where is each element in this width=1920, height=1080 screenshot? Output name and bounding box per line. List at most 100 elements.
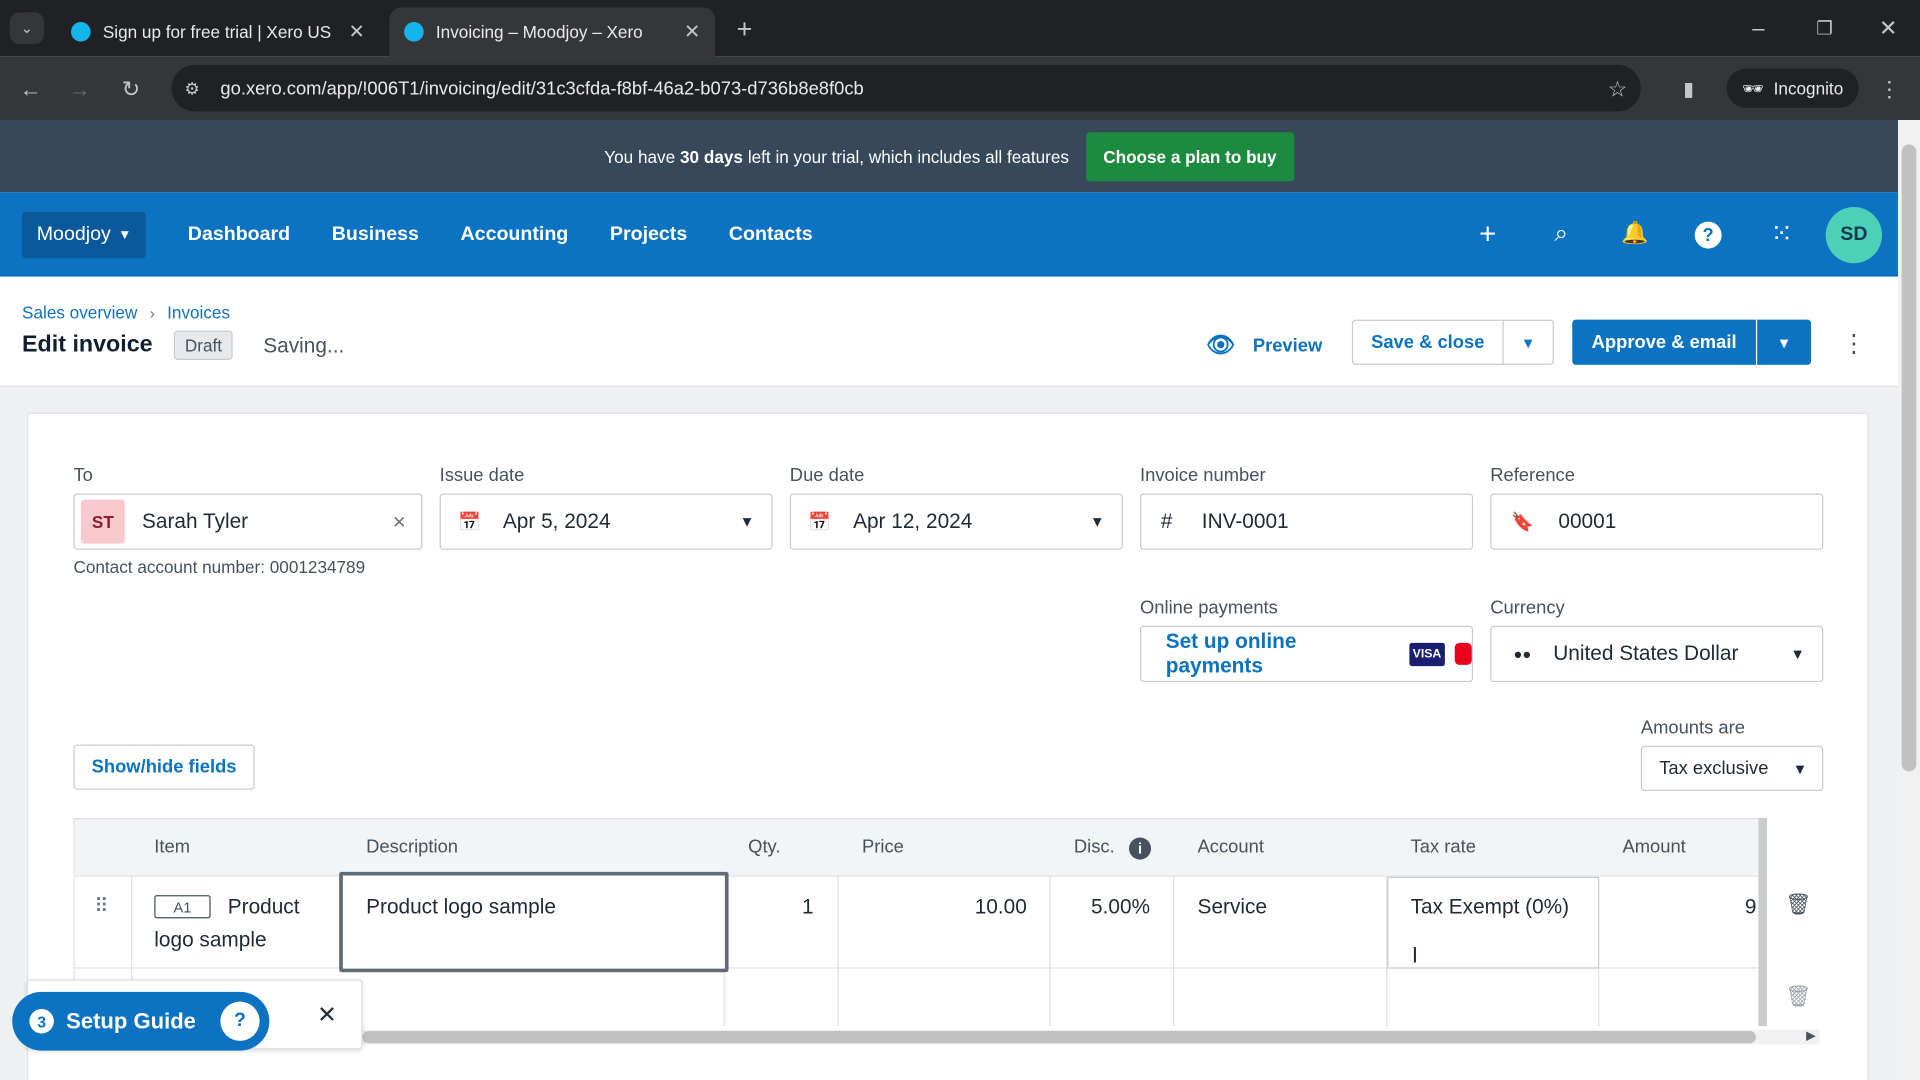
restore-icon[interactable]: ❐ <box>1807 12 1841 44</box>
browser-tab[interactable]: Sign up for free trial | Xero US ✕ <box>56 7 379 56</box>
forward-icon[interactable]: → <box>64 73 96 105</box>
approve-options-chevron-icon[interactable]: ▼ <box>1757 319 1812 365</box>
scroll-right-icon[interactable]: ▶ <box>1806 1030 1815 1043</box>
clear-contact-icon[interactable]: ✕ <box>392 511 406 532</box>
browser-menu-icon[interactable]: ⋮ <box>1876 73 1903 105</box>
notification-bell-icon[interactable]: 🔔 <box>1616 220 1653 246</box>
tax-rate-value: Tax Exempt (0%) <box>1410 895 1570 919</box>
back-icon[interactable]: ← <box>15 73 47 105</box>
save-options-chevron-icon[interactable]: ▼ <box>1502 319 1554 365</box>
breadcrumb-invoices[interactable]: Invoices <box>167 302 230 322</box>
preview-label: Preview <box>1252 334 1323 356</box>
approve-email-button[interactable]: Approve & email <box>1572 319 1756 365</box>
issue-date-field[interactable]: 📅 Apr 5, 2024 ▼ <box>439 493 773 550</box>
scrollbar-thumb[interactable] <box>1901 144 1917 772</box>
setup-online-payments-link[interactable]: Set up online payments <box>1166 629 1395 678</box>
contact-field[interactable]: ST Sarah Tyler ✕ <box>73 493 423 550</box>
item-name-line1[interactable]: Product <box>228 895 300 919</box>
contact-name: Sarah Tyler <box>142 509 249 533</box>
due-date-value: Apr 12, 2024 <box>853 509 973 533</box>
setup-guide-label: Setup Guide <box>66 1008 196 1033</box>
choose-plan-button[interactable]: Choose a plan to buy <box>1086 131 1294 181</box>
search-icon[interactable]: ⌕ <box>1543 220 1580 248</box>
invoice-number-field[interactable]: # INV-0001 <box>1140 493 1474 550</box>
online-payments-label: Online payments <box>1140 597 1278 619</box>
setup-guide-help-icon: ? <box>220 1001 260 1041</box>
close-tab-icon[interactable]: ✕ <box>348 20 364 44</box>
url-text: go.xero.com/app/!006T1/invoicing/edit/31… <box>220 77 864 99</box>
column-account: Account <box>1197 836 1264 858</box>
org-name: Moodjoy <box>36 223 111 245</box>
delete-row-icon[interactable]: 🗑 <box>1785 893 1811 917</box>
table-sticky-shadow <box>1758 817 1767 1027</box>
breadcrumb: Sales overview › Invoices <box>22 302 230 322</box>
info-icon[interactable]: i <box>1128 837 1152 860</box>
save-close-button[interactable]: Save & close <box>1351 319 1504 365</box>
saving-status: Saving... <box>263 334 345 358</box>
item-name-line2[interactable]: logo sample <box>154 928 266 952</box>
delete-row-icon[interactable]: 🗑 <box>1785 984 1811 1008</box>
column-divider <box>1049 876 1051 1027</box>
reload-icon[interactable]: ↻ <box>115 73 147 105</box>
amounts-are-select[interactable]: Tax exclusive ▼ <box>1640 745 1824 792</box>
nav-dashboard[interactable]: Dashboard <box>188 223 290 245</box>
user-avatar[interactable]: SD <box>1825 206 1883 264</box>
column-amount: Amount <box>1622 836 1686 858</box>
online-payments-field[interactable]: Set up online payments VISA <box>1140 625 1474 683</box>
qty-value[interactable]: 1 <box>802 895 814 919</box>
incognito-icon: 🕶 <box>1742 77 1764 98</box>
tab-title: Invoicing – Moodjoy – Xero <box>435 22 643 42</box>
show-hide-fields-button[interactable]: Show/hide fields <box>73 744 255 790</box>
help-icon[interactable]: ? <box>1694 221 1722 249</box>
bookmark-star-icon[interactable]: ☆ <box>1602 73 1634 105</box>
banner-days: 30 days <box>680 146 743 166</box>
table-scrollbar-thumb[interactable] <box>362 1031 1756 1044</box>
preview-button[interactable]: 👁 Preview <box>1206 331 1322 360</box>
due-date-field[interactable]: 📅 Apr 12, 2024 ▼ <box>789 493 1123 550</box>
close-setup-guide-icon[interactable]: ✕ <box>317 1002 336 1030</box>
setup-count-badge: 3 <box>29 1008 54 1034</box>
chevron-down-icon: ▼ <box>1089 513 1105 531</box>
price-value[interactable]: 10.00 <box>975 895 1027 919</box>
trial-banner: You have 30 days left in your trial, whi… <box>0 120 1898 193</box>
setup-guide-button[interactable]: 3 Setup Guide ? <box>12 991 270 1051</box>
nav-accounting[interactable]: Accounting <box>461 223 569 245</box>
tab-search-icon[interactable]: ⌄ <box>9 12 45 45</box>
add-icon[interactable]: + <box>1469 218 1506 252</box>
new-tab-icon[interactable]: + <box>730 13 759 44</box>
side-panel-icon[interactable]: ▮ <box>1673 73 1705 105</box>
reference-field[interactable]: 🔖 00001 <box>1490 493 1824 550</box>
close-window-icon[interactable]: ✕ <box>1871 12 1905 44</box>
reference-label: Reference <box>1490 465 1575 487</box>
incognito-indicator[interactable]: 🕶 Incognito <box>1726 68 1859 108</box>
minimize-icon[interactable]: – <box>1741 12 1775 44</box>
chevron-down-icon: ▼ <box>1790 645 1805 663</box>
app-launcher-icon[interactable]: ⁙ <box>1763 218 1800 250</box>
tax-rate-field[interactable] <box>1387 876 1600 969</box>
status-badge: Draft <box>173 330 234 361</box>
page-title: Edit invoice <box>22 331 153 358</box>
nav-business[interactable]: Business <box>332 223 419 245</box>
chevron-down-icon: ▼ <box>739 513 755 531</box>
currency-select[interactable]: ●● United States Dollar ▼ <box>1490 625 1824 683</box>
contact-account-number: Contact account number: 0001234789 <box>73 557 366 577</box>
nav-contacts[interactable]: Contacts <box>729 223 813 245</box>
eye-icon: 👁 <box>1206 333 1236 359</box>
line-items-table-header <box>73 817 1766 877</box>
more-options-icon[interactable]: ⋮ <box>1842 328 1866 359</box>
caret-down-icon: ▼ <box>118 227 132 242</box>
drag-handle-icon[interactable]: ⠿ <box>94 894 108 918</box>
discount-value[interactable]: 5.00% <box>1091 895 1150 919</box>
address-bar[interactable]: go.xero.com/app/!006T1/invoicing/edit/31… <box>171 64 1641 112</box>
item-code: A1 <box>154 895 211 919</box>
account-value[interactable]: Service <box>1198 895 1267 919</box>
description-field[interactable] <box>339 871 729 973</box>
org-switcher[interactable]: Moodjoy ▼ <box>22 211 147 258</box>
nav-projects[interactable]: Projects <box>610 223 687 245</box>
chevron-down-icon: ▼ <box>1792 759 1808 777</box>
issue-date-label: Issue date <box>439 465 525 487</box>
close-tab-icon[interactable]: ✕ <box>684 20 700 44</box>
site-info-icon[interactable]: ⚙ <box>179 73 206 102</box>
breadcrumb-sales-overview[interactable]: Sales overview <box>22 302 137 322</box>
browser-tab-active[interactable]: Invoicing – Moodjoy – Xero ✕ <box>389 7 716 57</box>
